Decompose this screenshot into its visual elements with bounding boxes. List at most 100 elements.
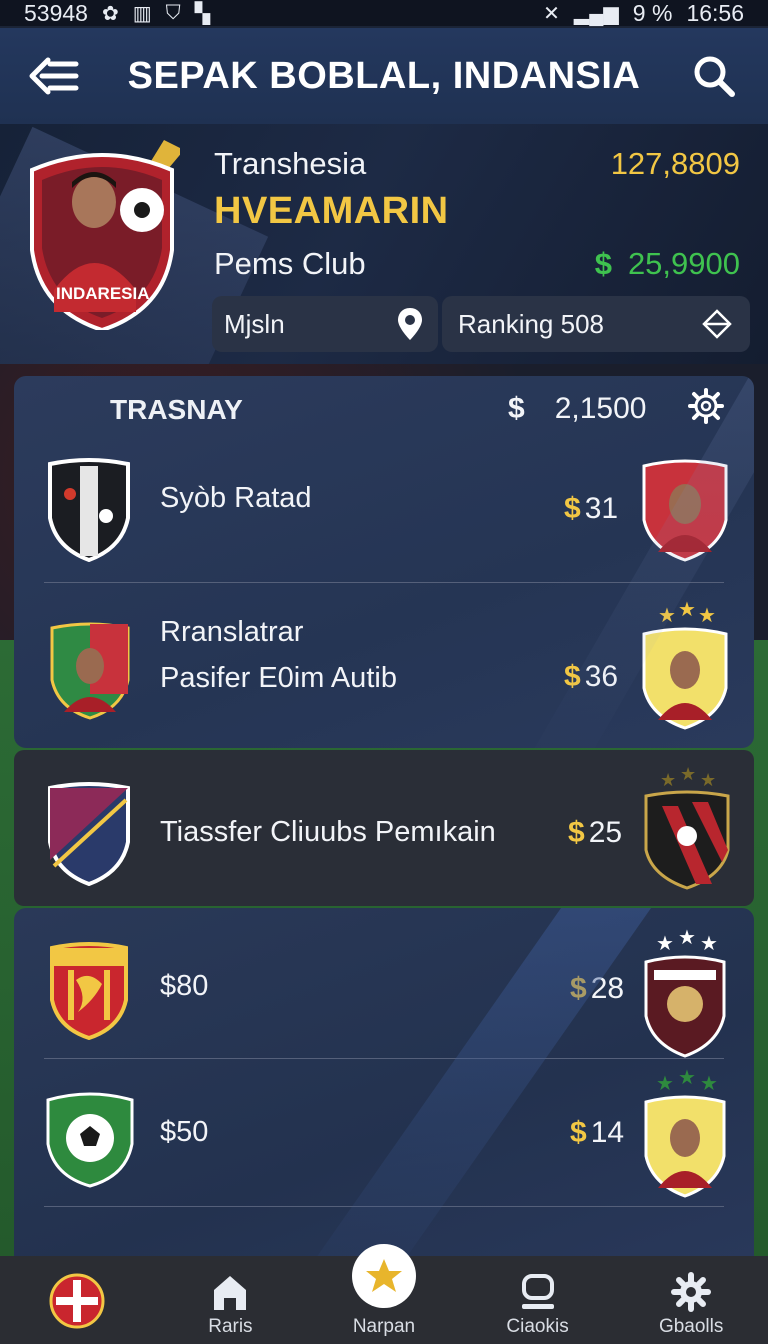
search-button[interactable] <box>686 48 742 104</box>
dollar-icon: $ <box>594 246 612 281</box>
svg-text:★: ★ <box>658 605 676 627</box>
nav-item-label: Raris <box>208 1316 253 1337</box>
nav-item-settings[interactable]: Gbaolls <box>621 1272 761 1338</box>
football-crest-icon <box>46 1092 134 1188</box>
nav-item-label: Narpan <box>352 1316 416 1337</box>
divider <box>44 1058 724 1059</box>
player-money: $ 25,9900 <box>595 246 740 282</box>
coin-icon: $ <box>570 972 587 1005</box>
transfer-panel: TRASNAY $ 2,1500 Syòb Ratad $ 31 Rransla… <box>14 376 754 748</box>
transfer-row[interactable]: $50 $ 14 ★ ★ ★ <box>14 1068 754 1202</box>
coin-icon: $ <box>570 1116 587 1149</box>
svg-text:★: ★ <box>656 1073 674 1095</box>
ranking-chip[interactable]: Ranking 508 <box>442 296 750 352</box>
back-menu-icon <box>29 57 79 95</box>
coin-icon: $ <box>564 492 581 525</box>
player-card-icon: ★ ★ ★ <box>644 1068 726 1198</box>
player-money-value: 25,9900 <box>627 246 740 281</box>
transfer-row-price-value: 31 <box>584 492 619 525</box>
coin-icon: $ <box>568 816 585 849</box>
star-icon <box>366 1259 402 1292</box>
person-icon <box>521 1274 554 1309</box>
player-profile-card: INDARESIA Transhesia 127,8809 HVEAMARIN … <box>0 124 768 364</box>
svg-text:★: ★ <box>700 933 718 955</box>
gallery-icon: ▚ <box>194 2 211 25</box>
svg-text:★: ★ <box>678 1068 696 1089</box>
transfer-row[interactable]: $80 $ 28 ★ ★ ★ <box>14 928 754 1058</box>
clock: 16:56 <box>686 0 744 26</box>
svg-text:★: ★ <box>700 770 716 790</box>
player-stat-value: 127,8809 <box>610 146 740 181</box>
club-crest-icon <box>49 1273 105 1329</box>
nav-item-label: Gbaolls <box>658 1316 724 1337</box>
mute-icon: ✕ <box>543 2 560 25</box>
club-crest-icon <box>48 782 130 886</box>
nav-item-profile[interactable]: Ciaokis <box>468 1272 608 1338</box>
transfer-row-price-value: 28 <box>590 972 625 1005</box>
featured-star-button[interactable] <box>352 1244 416 1308</box>
battery-level: 9 % <box>632 0 673 26</box>
transfer-budget: $ 2,1500 <box>508 392 646 426</box>
sort-icon <box>702 309 732 339</box>
transfer-row-label: $50 <box>160 1116 209 1148</box>
nav-item-club[interactable] <box>7 1272 147 1338</box>
nav-item-home[interactable]: Raris <box>160 1272 300 1338</box>
player-card-icon <box>50 622 130 720</box>
svg-text:★: ★ <box>656 933 674 955</box>
dollar-icon: $ <box>508 392 525 425</box>
badge-text: INDARESIA <box>56 284 150 303</box>
player-card-icon: ★ ★ ★ <box>642 600 728 730</box>
transfer-panel-title: TRASNAY <box>110 394 243 425</box>
map-pin-icon <box>398 308 422 340</box>
transfer-row-price: $ 31 <box>564 492 618 526</box>
divider <box>44 582 724 583</box>
transfer-row-label: Syòb Ratad <box>160 482 312 514</box>
transfer-row-price-value: 14 <box>590 1116 625 1149</box>
transfer-row-highlighted[interactable]: Tiassfer Cliuubs Pemıkain $ 25 ★ ★ ★ <box>14 750 754 906</box>
transfer-list: $80 $ 28 ★ ★ ★ $50 $ 14 ★ ★ ★ <box>14 908 754 1258</box>
club-crest-icon: ★ ★ ★ <box>644 766 730 890</box>
settings-gear-icon[interactable] <box>688 388 724 424</box>
transfer-row-price: $ 14 <box>570 1116 624 1150</box>
app-header: SEPAK BOBLAL, INDANSIA <box>0 28 768 124</box>
transfer-row-price: $ 25 <box>568 816 622 850</box>
back-menu-button[interactable] <box>26 48 82 104</box>
shield-icon: ⛉ <box>165 1 181 24</box>
transfer-row-price: $ 28 <box>570 972 624 1006</box>
svg-text:★: ★ <box>680 766 696 784</box>
notification-icon: ✿ <box>101 2 119 25</box>
svg-text:★: ★ <box>678 600 696 621</box>
ranking-chip-label: Ranking 508 <box>458 308 604 339</box>
club-crest-icon <box>48 458 130 562</box>
nav-item-label: Ciaokis <box>506 1316 569 1337</box>
coin-icon: $ <box>564 660 581 693</box>
page-title: SEPAK BOBLAL, INDANSIA <box>127 54 641 97</box>
signal-icon: ▂▄▆ <box>573 2 619 25</box>
transfer-row-label: Rranslatrar <box>160 616 304 648</box>
transfer-budget-value: 2,1500 <box>554 392 647 425</box>
transfer-row-price: $ 36 <box>564 660 618 694</box>
svg-text:★: ★ <box>678 928 696 949</box>
club-crest-icon <box>50 942 128 1040</box>
sim-icon: ▥ <box>132 2 152 25</box>
transfer-row-price-value: 25 <box>588 816 623 849</box>
location-chip[interactable]: Mjsln <box>212 296 438 352</box>
status-left-text: 53948 <box>24 0 88 26</box>
transfer-row-sublabel: Pasifer E0im Autib <box>160 662 397 694</box>
gear-icon <box>671 1272 712 1312</box>
club-crest-icon: ★ ★ ★ <box>644 928 726 1058</box>
search-icon <box>694 56 735 97</box>
player-card-icon <box>642 459 728 562</box>
home-icon <box>214 1276 247 1310</box>
transfer-row[interactable]: Syòb Ratad $ 31 <box>14 452 754 582</box>
transfer-row[interactable]: Rranslatrar Pasifer E0im Autib $ 36 ★ ★ … <box>14 598 754 738</box>
svg-text:★: ★ <box>700 1073 718 1095</box>
transfer-row-label: $80 <box>160 970 209 1002</box>
status-bar: 53948 ✿ ▥ ⛉ ▚ ✕ ▂▄▆ 9 % 16:56 <box>0 0 768 26</box>
player-name: Transhesia <box>214 146 367 181</box>
player-club: Pems Club <box>214 246 366 281</box>
transfer-row-price-value: 36 <box>584 660 619 693</box>
svg-text:★: ★ <box>660 770 676 790</box>
player-club-name: HVEAMARIN <box>214 190 449 232</box>
transfer-row-label: Tiassfer Cliuubs Pemıkain <box>160 816 496 848</box>
